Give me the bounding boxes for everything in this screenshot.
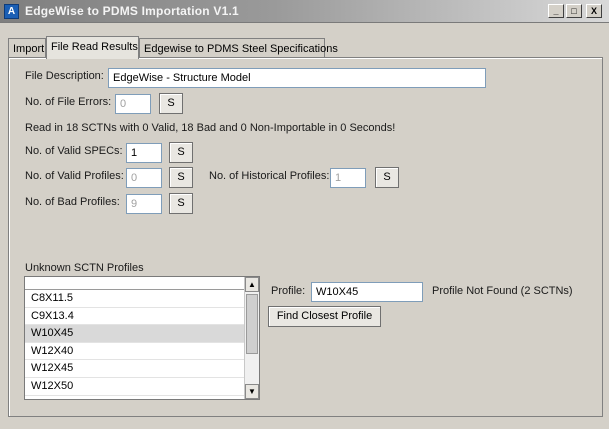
minimize-button[interactable]: _	[548, 4, 564, 18]
close-button[interactable]: X	[586, 4, 602, 18]
file-errors-field[interactable]: 0	[115, 94, 151, 114]
file-errors-s-button[interactable]: S	[159, 93, 183, 114]
historical-profiles-field[interactable]: 1	[330, 168, 366, 188]
list-item[interactable]: W12X40	[25, 343, 245, 361]
list-item[interactable]: W12X45	[25, 360, 245, 378]
scroll-down-icon[interactable]: ▼	[245, 384, 259, 399]
maximize-button[interactable]: □	[566, 4, 582, 18]
profile-field[interactable]: W10X45	[311, 282, 423, 302]
bad-profiles-label: No. of Bad Profiles:	[25, 196, 120, 208]
tab-steel-specifications[interactable]: Edgewise to PDMS Steel Specifications	[139, 38, 338, 58]
file-errors-label: No. of File Errors:	[25, 96, 112, 108]
window-title: EdgeWise to PDMS Importation V1.1	[25, 4, 239, 18]
scroll-up-icon[interactable]: ▲	[245, 277, 259, 292]
valid-specs-field[interactable]: 1	[126, 143, 162, 163]
historical-profiles-s-button[interactable]: S	[375, 167, 399, 188]
find-closest-profile-button[interactable]: Find Closest Profile	[268, 306, 381, 327]
app-logo-icon: A	[4, 4, 19, 19]
list-header	[25, 277, 245, 290]
valid-profiles-field[interactable]: 0	[126, 168, 162, 188]
file-description-field[interactable]: EdgeWise - Structure Model	[108, 68, 486, 88]
read-summary-text: Read in 18 SCTNs with 0 Valid, 18 Bad an…	[25, 122, 396, 134]
profile-label: Profile:	[271, 285, 306, 297]
tab-file-read-results[interactable]: File Read Results	[46, 36, 139, 59]
list-item[interactable]: C8X11.5	[25, 290, 245, 308]
valid-specs-label: No. of Valid SPECs:	[25, 145, 123, 157]
file-description-label: File Description:	[25, 70, 104, 82]
unknown-profiles-list[interactable]: C8X11.5 C9X13.4 W10X45 W12X40 W12X45 W12…	[24, 276, 260, 400]
valid-profiles-s-button[interactable]: S	[169, 167, 193, 188]
profile-status-text: Profile Not Found (2 SCTNs)	[432, 285, 573, 297]
bad-profiles-s-button[interactable]: S	[169, 193, 193, 214]
valid-profiles-label: No. of Valid Profiles:	[25, 170, 124, 182]
valid-specs-s-button[interactable]: S	[169, 142, 193, 163]
bad-profiles-field[interactable]: 9	[126, 194, 162, 214]
list-item[interactable]: W12X50	[25, 378, 245, 396]
tab-bar: Import File Read Results Edgewise to PDM…	[0, 36, 609, 59]
historical-profiles-label: No. of Historical Profiles:	[209, 170, 330, 182]
list-scrollbar[interactable]: ▲ ▼	[244, 277, 259, 399]
tab-import[interactable]: Import	[8, 38, 46, 58]
list-item-selected[interactable]: W10X45	[25, 325, 245, 343]
scroll-thumb[interactable]	[246, 294, 258, 354]
title-bar: A EdgeWise to PDMS Importation V1.1 _ □ …	[0, 0, 609, 23]
list-item[interactable]: C9X13.4	[25, 308, 245, 326]
unknown-profiles-label: Unknown SCTN Profiles	[25, 262, 144, 274]
